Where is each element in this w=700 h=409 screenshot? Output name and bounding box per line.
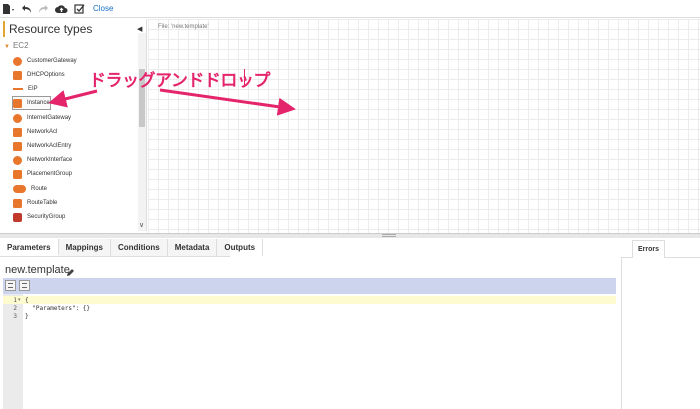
line-number: 1 (13, 297, 17, 304)
panel-splitter[interactable] (0, 233, 700, 238)
wrap-code-button[interactable] (19, 280, 30, 291)
drag-drop-annotation: ドラッグアンドドロップ (89, 71, 270, 90)
tab-mappings[interactable]: Mappings (59, 239, 111, 256)
tab-metadata[interactable]: Metadata (168, 239, 218, 256)
line-number: 3 (13, 313, 17, 320)
text-cursor (244, 69, 245, 85)
tab-outputs[interactable]: Outputs (217, 239, 264, 256)
fold-arrow-icon[interactable]: ▾ (18, 297, 21, 303)
format-lines-icon (8, 283, 13, 288)
tab-errors[interactable]: Errors (632, 240, 665, 258)
code-editor[interactable] (23, 294, 616, 409)
bottom-tabs: Parameters Mappings Conditions Metadata … (0, 239, 264, 257)
code-line[interactable]: { (25, 297, 29, 304)
line-number: 2 (13, 305, 17, 312)
errors-panel (621, 258, 700, 409)
wrap-lines-icon (22, 283, 27, 288)
active-line-highlight (3, 296, 616, 304)
editor-toolbar (3, 278, 616, 294)
template-filename: new.template (5, 264, 70, 276)
splitter-handle[interactable] (382, 234, 396, 237)
arrow-right (159, 88, 296, 116)
arrow-left (48, 89, 98, 108)
code-line[interactable]: } (25, 313, 29, 320)
tab-parameters[interactable]: Parameters (0, 239, 59, 256)
format-code-button[interactable] (5, 280, 16, 291)
code-line[interactable]: "Parameters": {} (25, 305, 90, 312)
tab-conditions[interactable]: Conditions (111, 239, 168, 256)
